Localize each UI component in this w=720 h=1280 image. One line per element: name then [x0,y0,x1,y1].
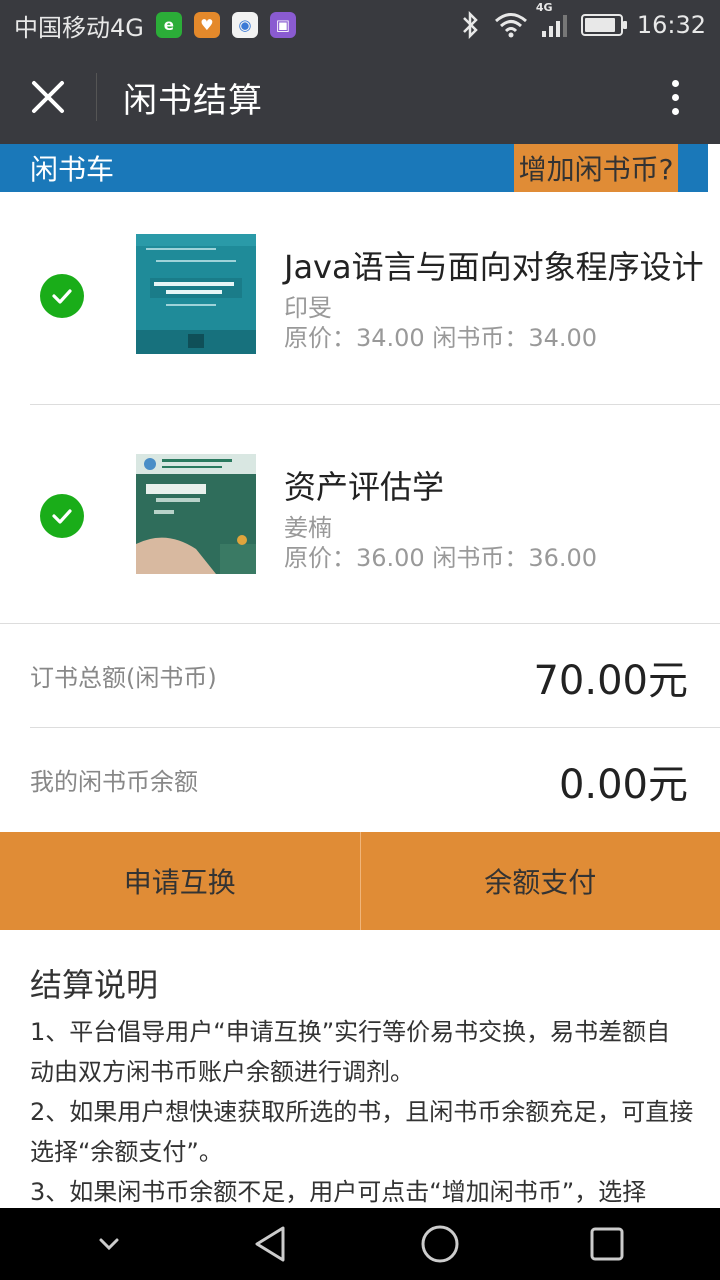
status-bar: 中国移动4G e ♥ ◉ ▣ 4G 16:32 [0,0,720,50]
balance-pay-button[interactable]: 余额支付 [361,832,720,930]
book-price: 原价：36.00 闲书币：36.00 [284,544,598,572]
checkbox-checked[interactable] [40,274,84,318]
list-item[interactable]: 资产评估学 姜楠 原价：36.00 闲书币：36.00 [0,412,720,624]
book-price: 原价：34.00 闲书币：34.00 [284,324,598,352]
wechat-icon: e [155,12,182,38]
note-item: 1、平台倡导用户“申请互换”实行等价易书交换，易书差额自动由双方闲书币账户余额进… [30,1018,671,1086]
chrome-icon: ◉ [231,12,258,38]
notes-heading: 结算说明 [30,966,159,1004]
system-nav-bar [0,1208,720,1280]
cart-label: 闲书车 [30,153,115,186]
action-bar: 申请互换 余额支付 [0,832,720,930]
home-icon[interactable] [419,1223,461,1265]
book-cover-java [136,234,256,354]
book-cover-image [136,234,256,354]
clock: 16:32 [636,11,706,39]
add-coin-button[interactable]: 增加闲书币? [514,144,678,192]
health-icon: ♥ [193,12,220,38]
note-item: 2、如果用户想快速获取所选的书，且闲书币余额充足，可直接选择“余额支付”。 [30,1098,694,1166]
recents-icon[interactable] [588,1225,626,1263]
carrier-label: 中国移动4G [14,13,144,42]
order-total-value: 70.00元 [533,658,688,704]
note-item: 3、如果闲书币余额不足，用户可点击“增加闲书币”，选择 [30,1178,647,1206]
order-total-row: 订书总额(闲书币) 70.00元 [0,624,720,728]
notification-icons: e ♥ ◉ ▣ [155,12,296,38]
book-cover-valuation [136,454,256,574]
wifi-icon [494,13,527,38]
list-item[interactable]: Java语言与面向对象程序设计 印旻 原价：34.00 闲书币：34.00 [0,192,720,404]
more-vertical-icon [671,79,679,87]
balance-value: 0.00元 [558,762,688,808]
balance-row: 我的闲书币余额 0.00元 [0,728,720,832]
network-label: 4G [535,1,553,14]
check-icon [52,509,72,524]
title-bar: 闲书结算 [0,50,720,144]
gallery-icon: ▣ [269,12,296,38]
back-icon[interactable] [251,1224,291,1264]
chevron-down-icon[interactable] [94,1229,124,1259]
checkbox-checked[interactable] [40,494,84,538]
book-cover-image [136,454,256,574]
close-icon [32,81,64,113]
balance-label: 我的闲书币余额 [30,768,198,796]
book-title: 资产评估学 [284,468,445,506]
page-title: 闲书结算 [123,80,263,121]
signal-icon: 4G [536,1,567,37]
book-title: Java语言与面向对象程序设计 [284,248,704,286]
close-button[interactable] [0,50,96,144]
bluetooth-icon [462,11,478,39]
exchange-button[interactable]: 申请互换 [0,832,360,930]
check-icon [52,289,72,304]
cart-header: 闲书车 增加闲书币? [0,144,708,192]
title-divider [96,73,97,121]
divider [30,404,720,405]
more-button[interactable] [630,50,720,144]
order-total-label: 订书总额(闲书币) [30,664,217,692]
settlement-notes: 结算说明 1、平台倡导用户“申请互换”实行等价易书交换，易书差额自动由双方闲书币… [30,960,694,1212]
battery-icon [580,14,627,36]
